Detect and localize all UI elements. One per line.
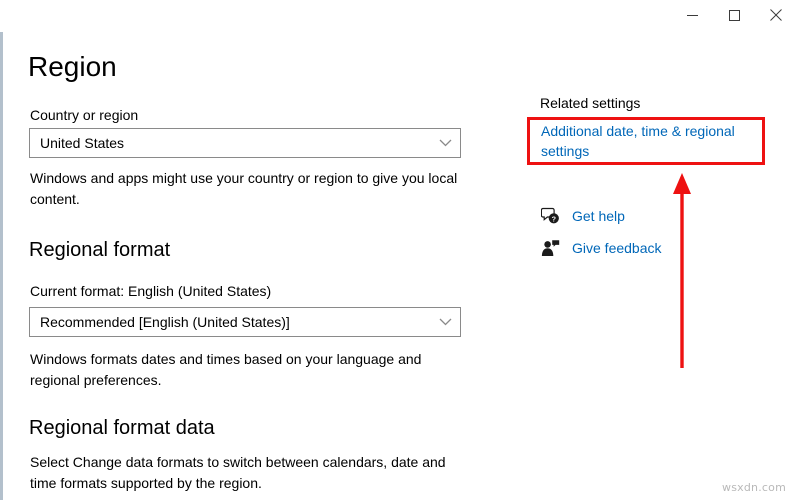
- regional-format-data-heading: Regional format data: [29, 417, 215, 439]
- get-help-label: Get help: [572, 208, 625, 224]
- watermark: wsxdn.com: [722, 481, 786, 494]
- country-or-region-label: Country or region: [30, 107, 139, 123]
- maximize-button[interactable]: [711, 0, 757, 30]
- current-format-label: Current format: English (United States): [30, 283, 272, 299]
- chevron-down-icon: [430, 318, 460, 326]
- country-or-region-dropdown[interactable]: United States: [29, 128, 461, 158]
- regional-format-data-description: Select Change data formats to switch bet…: [30, 454, 446, 491]
- related-settings-title: Related settings: [540, 95, 641, 111]
- vertical-scrollbar[interactable]: [784, 60, 792, 490]
- country-or-region-description: Windows and apps might use your country …: [30, 170, 458, 207]
- get-help-row[interactable]: ? Get help: [540, 206, 625, 226]
- close-icon: [770, 9, 782, 21]
- country-or-region-value: United States: [40, 135, 125, 151]
- help-question-bubble-icon: ?: [540, 206, 560, 226]
- settings-content: Region Country or region United States W…: [0, 32, 520, 500]
- additional-date-time-regional-settings-link[interactable]: Additional date, time & regional setting…: [541, 121, 753, 161]
- regional-format-dropdown[interactable]: Recommended [English (United States)]: [29, 307, 461, 337]
- feedback-person-icon: [540, 238, 560, 258]
- minimize-button[interactable]: [669, 0, 715, 30]
- maximize-icon: [728, 9, 740, 21]
- page-title: Region: [28, 51, 117, 82]
- title-bar: [0, 0, 794, 32]
- close-button[interactable]: [753, 0, 794, 30]
- regional-format-description: Windows formats dates and times based on…: [30, 351, 422, 388]
- regional-format-heading: Regional format: [29, 239, 171, 261]
- svg-text:?: ?: [551, 214, 555, 223]
- annotation-arrow-up-icon: [664, 172, 700, 368]
- give-feedback-label: Give feedback: [572, 240, 662, 256]
- chevron-down-icon: [430, 139, 460, 147]
- give-feedback-row[interactable]: Give feedback: [540, 238, 662, 258]
- regional-format-value: Recommended [English (United States)]: [40, 314, 290, 330]
- minimize-icon: [686, 10, 698, 21]
